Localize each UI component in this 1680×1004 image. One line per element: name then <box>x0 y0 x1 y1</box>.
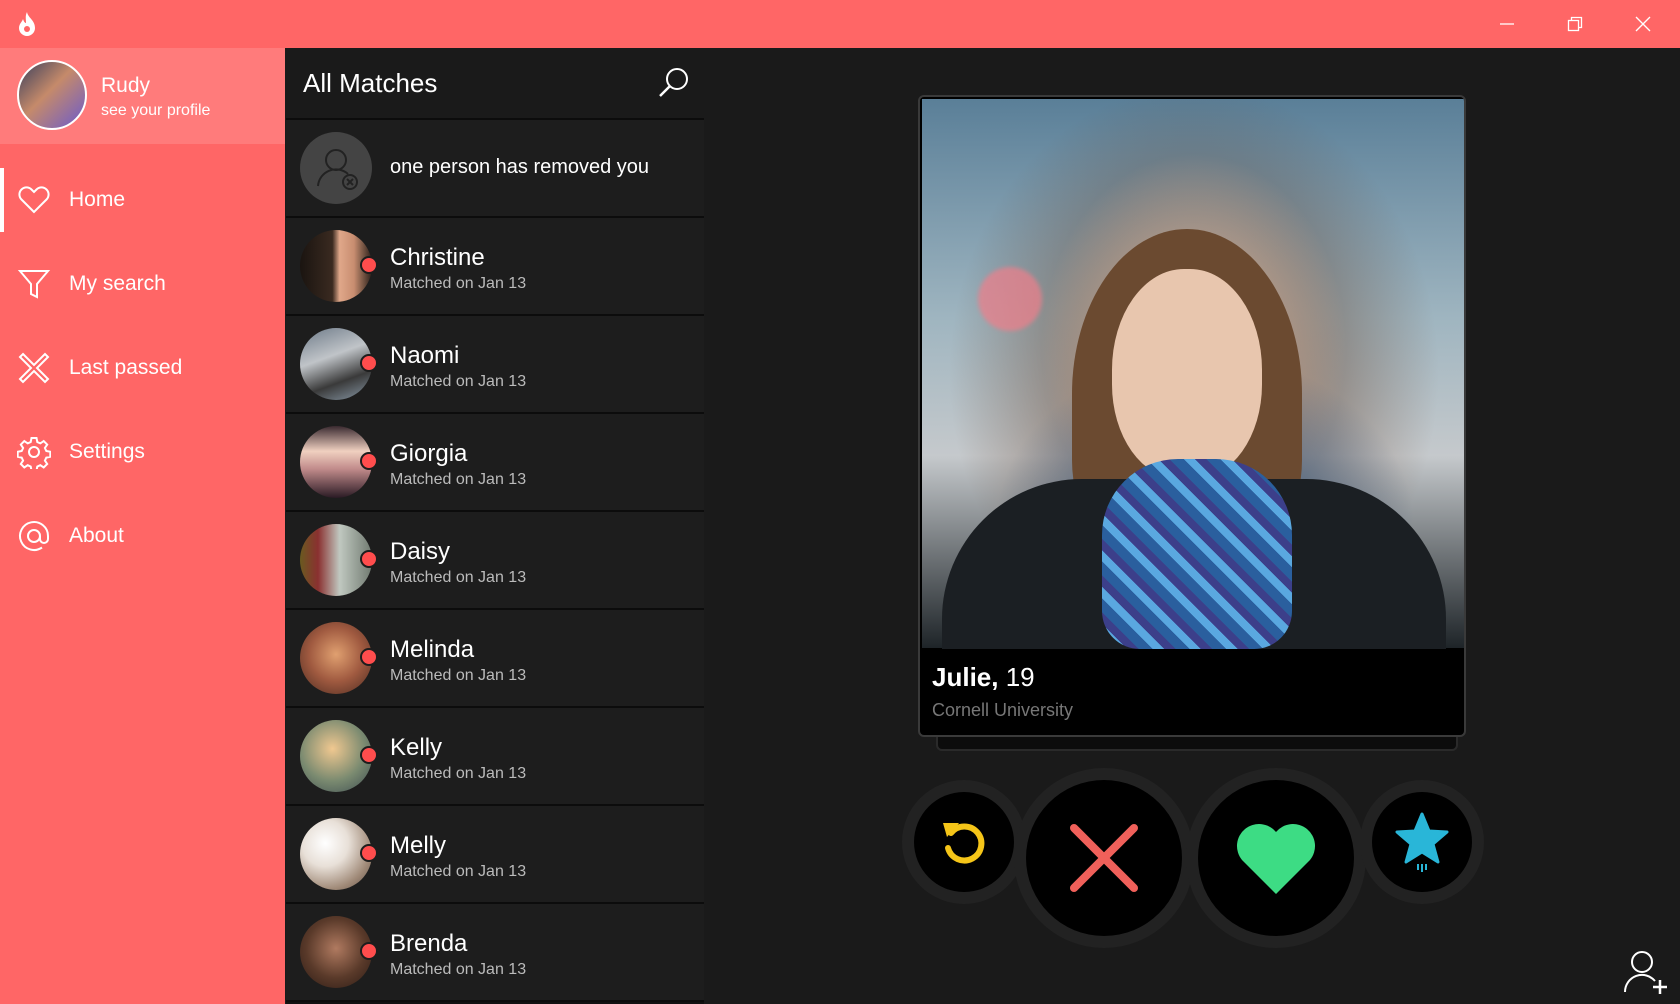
profile-name: Rudy <box>101 74 151 97</box>
match-row[interactable]: Brenda Matched on Jan 13 <box>286 904 704 1002</box>
match-name: Christine <box>390 244 485 271</box>
new-match-badge <box>360 942 378 960</box>
match-row[interactable]: Christine Matched on Jan 13 <box>286 218 704 316</box>
match-row[interactable]: Melinda Matched on Jan 13 <box>286 610 704 708</box>
minimize-icon <box>1500 23 1514 25</box>
avatar <box>17 60 87 130</box>
match-date: Matched on Jan 13 <box>390 373 527 390</box>
profile-photo <box>922 99 1464 649</box>
profile-subtitle: see your profile <box>101 102 211 119</box>
photo-scarf <box>1102 459 1292 649</box>
card-stack-edge <box>936 735 1458 751</box>
match-row[interactable]: Naomi Matched on Jan 13 <box>286 316 704 414</box>
undo-button[interactable] <box>914 792 1014 892</box>
match-row[interactable]: Giorgia Matched on Jan 13 <box>286 414 704 512</box>
filter-icon <box>17 267 51 301</box>
match-name: Brenda <box>390 930 468 957</box>
restore-button[interactable] <box>1541 0 1609 48</box>
match-row[interactable]: Melly Matched on Jan 13 <box>286 806 704 904</box>
search-button[interactable] <box>656 65 692 101</box>
cross-icon <box>17 351 51 385</box>
card-school: Cornell University <box>932 700 1074 720</box>
removed-notice-text: one person has removed you <box>390 156 650 178</box>
match-name: Melly <box>390 832 447 859</box>
nav-item-settings[interactable]: Settings <box>0 410 285 494</box>
profile-card[interactable]: Julie, 19 Cornell University <box>918 95 1466 737</box>
matches-panel: All Matches one person has removed you C… <box>286 48 704 1004</box>
photo-bokeh <box>978 267 1042 331</box>
sidebar: Rudy see your profile Home My search Las… <box>0 48 285 1004</box>
matches-title: All Matches <box>303 68 438 98</box>
new-match-badge <box>360 354 378 372</box>
nav-label-home: Home <box>69 188 126 211</box>
nav-label-about: About <box>69 524 124 547</box>
nav-label-my-search: My search <box>69 272 166 295</box>
minimize-button[interactable] <box>1473 0 1541 48</box>
superlike-button[interactable] <box>1372 792 1472 892</box>
match-name: Kelly <box>390 734 443 761</box>
new-match-badge <box>360 550 378 568</box>
match-date: Matched on Jan 13 <box>390 961 527 978</box>
restore-icon <box>1567 16 1583 32</box>
at-icon <box>17 519 51 553</box>
like-button[interactable] <box>1198 780 1354 936</box>
match-row[interactable]: Daisy Matched on Jan 13 <box>286 512 704 610</box>
add-user-icon <box>1623 951 1667 994</box>
match-date: Matched on Jan 13 <box>390 863 527 880</box>
add-user-button[interactable] <box>1622 948 1670 996</box>
match-date: Matched on Jan 13 <box>390 765 527 782</box>
match-date: Matched on Jan 13 <box>390 667 527 684</box>
card-name-age: Julie, 19 <box>932 662 1035 693</box>
nav-item-last-passed[interactable]: Last passed <box>0 326 285 410</box>
nav-label-settings: Settings <box>69 440 145 463</box>
match-row[interactable]: Kelly Matched on Jan 13 <box>286 708 704 806</box>
card-name: Julie, <box>932 662 999 692</box>
match-date: Matched on Jan 13 <box>390 569 527 586</box>
nav-item-my-search[interactable]: My search <box>0 242 285 326</box>
close-icon <box>1635 16 1651 32</box>
removed-notice-row[interactable]: one person has removed you <box>286 120 704 218</box>
flame-icon <box>14 10 40 38</box>
match-date: Matched on Jan 13 <box>390 471 527 488</box>
matches-header: All Matches <box>286 48 704 120</box>
heart-icon <box>17 183 51 217</box>
profile-link[interactable]: Rudy see your profile <box>0 48 285 144</box>
nav-label-last-passed: Last passed <box>69 356 183 379</box>
photo-face <box>1112 269 1262 479</box>
new-match-badge <box>360 256 378 274</box>
new-match-badge <box>360 648 378 666</box>
title-bar <box>0 0 1680 48</box>
match-name: Daisy <box>390 538 451 565</box>
nav-item-home[interactable]: Home <box>0 158 285 242</box>
nav-item-about[interactable]: About <box>0 494 285 578</box>
new-match-badge <box>360 452 378 470</box>
star-icon <box>1395 812 1449 872</box>
match-date: Matched on Jan 13 <box>390 275 527 292</box>
gear-icon <box>16 435 52 472</box>
new-match-badge <box>360 844 378 862</box>
pass-icon <box>1070 824 1138 892</box>
card-age: 19 <box>1005 662 1035 692</box>
match-name: Melinda <box>390 636 475 663</box>
pass-button[interactable] <box>1026 780 1182 936</box>
match-name: Naomi <box>390 342 460 369</box>
removed-user-icon <box>300 132 372 204</box>
new-match-badge <box>360 746 378 764</box>
heart-icon <box>1236 823 1316 894</box>
match-name: Giorgia <box>390 440 468 467</box>
undo-icon <box>943 823 985 864</box>
close-button[interactable] <box>1609 0 1677 48</box>
search-icon <box>659 68 688 97</box>
